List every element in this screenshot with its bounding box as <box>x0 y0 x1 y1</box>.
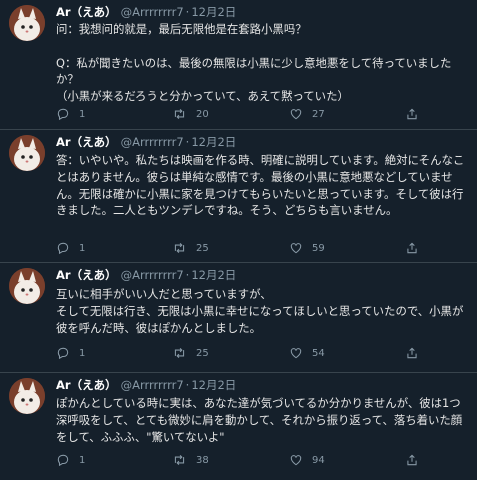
retweet-count: 38 <box>196 454 209 466</box>
user-handle[interactable]: @Arrrrrrrr7 <box>121 268 184 282</box>
share-icon <box>407 347 417 359</box>
avatar[interactable] <box>9 268 45 304</box>
share-icon <box>407 242 417 254</box>
retweet-icon <box>174 108 185 120</box>
reply-icon <box>57 347 69 360</box>
reply-button[interactable]: 1 <box>56 453 85 467</box>
tweet[interactable]: Ar（えあ） @Arrrrrrrr7 · 12月2日 互いに相手がいい人だと思っていま… <box>0 263 477 373</box>
tweet-date[interactable]: 12月2日 <box>191 5 236 19</box>
reply-icon <box>57 454 69 467</box>
retweet-icon <box>174 347 185 359</box>
avatar[interactable] <box>9 135 45 171</box>
like-button[interactable]: 94 <box>289 453 325 467</box>
reply-button[interactable]: 1 <box>56 241 85 255</box>
tweet-feed: Ar（えあ） @Arrrrrrrr7 · 12月2日 问：我想问的就是，最后无限他是在… <box>0 0 477 480</box>
tweet-text: 问：我想问的就是，最后无限他是在套路小黑吗？ Q：私が聞きたいのは、最後の無限は… <box>56 22 452 104</box>
reply-button[interactable]: 1 <box>56 346 85 360</box>
user-handle[interactable]: @Arrrrrrrr7 <box>121 5 184 19</box>
reply-count: 1 <box>79 108 86 120</box>
tweet-text: 答：いやいや。私たちは映画を作る時、明確に説明しています。絶対にそんなことはあり… <box>56 153 465 218</box>
tweet-actions: 1 20 27 <box>56 107 419 123</box>
tweet-date[interactable]: 12月2日 <box>191 378 236 392</box>
retweet-count: 20 <box>196 108 209 120</box>
user-handle[interactable]: @Arrrrrrrr7 <box>121 378 184 392</box>
like-count: 54 <box>312 347 325 359</box>
tweet-actions: 1 25 59 <box>56 241 419 257</box>
tweet-header: Ar（えあ） @Arrrrrrrr7 · 12月2日 <box>56 4 236 20</box>
retweet-count: 25 <box>196 347 209 359</box>
tweet-text: ぽかんとしている時に実は、あなた達が気づいてるか分かりませんが、彼は1つ深呼吸を… <box>56 396 463 444</box>
heart-icon <box>290 348 302 359</box>
separator-dot: · <box>185 5 190 19</box>
reply-count: 1 <box>79 242 86 254</box>
tweet[interactable]: Ar（えあ） @Arrrrrrrr7 · 12月2日 ぽかんとしている時に実は、あなた… <box>0 373 477 480</box>
reply-icon <box>57 108 69 121</box>
cat-avatar-icon <box>9 135 45 171</box>
retweet-icon <box>174 242 185 254</box>
reply-icon <box>57 242 69 255</box>
separator-dot: · <box>185 378 190 392</box>
retweet-button[interactable]: 20 <box>172 107 209 121</box>
cat-avatar-icon <box>9 5 45 41</box>
share-button[interactable] <box>405 453 419 467</box>
display-name[interactable]: Ar（えあ） <box>56 378 117 392</box>
share-button[interactable] <box>405 107 419 121</box>
like-count: 59 <box>312 242 325 254</box>
display-name[interactable]: Ar（えあ） <box>56 5 117 19</box>
heart-icon <box>290 243 302 254</box>
tweet-text: 互いに相手がいい人だと思っていますが、 そして无限は行き、无限は小黒に幸せになっ… <box>56 287 464 335</box>
share-icon <box>407 108 417 120</box>
tweet-date[interactable]: 12月2日 <box>191 135 236 149</box>
heart-icon <box>290 455 302 466</box>
share-button[interactable] <box>405 241 419 255</box>
retweet-count: 25 <box>196 242 209 254</box>
share-icon <box>407 454 417 466</box>
like-button[interactable]: 54 <box>289 346 325 360</box>
reply-count: 1 <box>79 454 86 466</box>
cat-avatar-icon <box>9 378 45 414</box>
like-count: 94 <box>312 454 325 466</box>
cat-avatar-icon <box>9 268 45 304</box>
tweet-actions: 1 25 54 <box>56 346 419 362</box>
tweet[interactable]: Ar（えあ） @Arrrrrrrr7 · 12月2日 答：いやいや。私たちは映画を作る… <box>0 130 477 263</box>
tweet-header: Ar（えあ） @Arrrrrrrr7 · 12月2日 <box>56 134 236 150</box>
tweet[interactable]: Ar（えあ） @Arrrrrrrr7 · 12月2日 问：我想问的就是，最后无限他是在… <box>0 0 477 130</box>
tweet-header: Ar（えあ） @Arrrrrrrr7 · 12月2日 <box>56 267 236 283</box>
display-name[interactable]: Ar（えあ） <box>56 268 117 282</box>
avatar[interactable] <box>9 5 45 41</box>
tweet-date[interactable]: 12月2日 <box>191 268 236 282</box>
share-button[interactable] <box>405 346 419 360</box>
like-count: 27 <box>312 108 325 120</box>
like-button[interactable]: 27 <box>289 107 325 121</box>
tweet-actions: 1 38 94 <box>56 453 419 469</box>
separator-dot: · <box>185 268 190 282</box>
heart-icon <box>290 109 302 120</box>
retweet-icon <box>174 454 185 466</box>
separator-dot: · <box>185 135 190 149</box>
retweet-button[interactable]: 38 <box>172 453 209 467</box>
reply-button[interactable]: 1 <box>56 107 85 121</box>
user-handle[interactable]: @Arrrrrrrr7 <box>121 135 184 149</box>
display-name[interactable]: Ar（えあ） <box>56 135 117 149</box>
retweet-button[interactable]: 25 <box>172 241 209 255</box>
tweet-header: Ar（えあ） @Arrrrrrrr7 · 12月2日 <box>56 377 236 393</box>
reply-count: 1 <box>79 347 86 359</box>
like-button[interactable]: 59 <box>289 241 325 255</box>
avatar[interactable] <box>9 378 45 414</box>
retweet-button[interactable]: 25 <box>172 346 209 360</box>
